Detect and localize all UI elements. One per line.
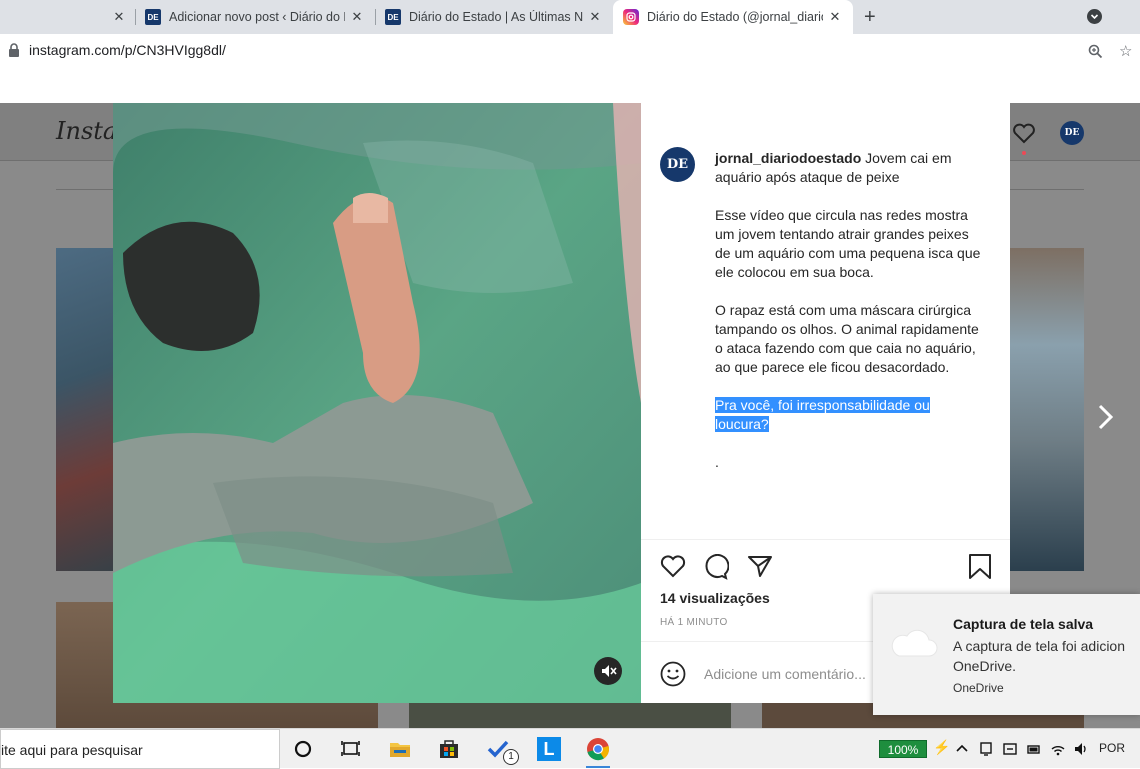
task-view-icon[interactable] (339, 737, 363, 761)
selected-question-text: Pra você, foi irresponsabilidade ou louc… (715, 397, 930, 432)
store-icon[interactable] (437, 737, 461, 761)
taskbar-search[interactable]: ite aqui para pesquisar (0, 729, 280, 769)
close-icon[interactable]: ✕ (111, 9, 127, 25)
close-icon[interactable]: ✕ (827, 9, 843, 25)
close-icon[interactable]: ✕ (587, 9, 603, 25)
notification-title: Captura de tela salva (953, 616, 1094, 632)
battery-level[interactable]: 100% (879, 740, 927, 758)
tab-previous[interactable]: ✕ (0, 0, 135, 34)
zoom-icon[interactable] (1088, 44, 1103, 59)
screenshot-saved-notification[interactable]: Captura de tela salva A captura de tela … (873, 594, 1140, 715)
instagram-favicon-icon (623, 9, 639, 25)
wifi-icon[interactable] (1050, 741, 1066, 757)
language-indicator[interactable]: POR (1099, 741, 1125, 755)
comment-input[interactable]: Adicione um comentário... (704, 666, 866, 682)
post-video[interactable] (113, 103, 641, 703)
diario-favicon-icon: DE (145, 9, 161, 25)
bookmark-star-icon[interactable]: ☆ (1119, 42, 1132, 60)
tab-strip: ✕ DE Adicionar novo post ‹ Diário do E ✕… (0, 0, 1140, 34)
activity-heart-icon[interactable] (1012, 122, 1036, 144)
power-icon[interactable] (1026, 741, 1042, 757)
file-explorer-icon[interactable] (388, 737, 412, 761)
caption-dot: . (715, 454, 719, 470)
lock-icon[interactable] (8, 43, 20, 58)
notification-body: A captura de tela foi adicion OneDrive. (953, 638, 1126, 674)
video-frame (113, 103, 641, 703)
tab-diario-estado[interactable]: DE Diário do Estado | As Últimas Not ✕ (377, 0, 611, 34)
plug-icon[interactable]: ⚡ (933, 739, 950, 756)
like-heart-icon[interactable] (660, 554, 686, 578)
emoji-icon[interactable] (660, 661, 686, 687)
onedrive-sync-icon[interactable] (1002, 741, 1018, 757)
instagram-logo[interactable]: Insta (56, 117, 117, 145)
address-bar[interactable]: instagram.com/p/CN3HVIgg8dl/ ☆ (0, 34, 1140, 68)
new-tab-icon[interactable]: + (864, 6, 876, 29)
notification-dot (1022, 151, 1026, 155)
save-bookmark-icon[interactable] (968, 553, 992, 580)
caption-paragraph: O rapaz está com uma máscara cirúrgica t… (715, 302, 979, 375)
onedrive-cloud-icon (891, 629, 938, 657)
url-text[interactable]: instagram.com/p/CN3HVIgg8dl/ (29, 42, 226, 58)
grid-post-thumbnail[interactable] (1010, 248, 1084, 571)
diario-favicon-icon: DE (385, 9, 401, 25)
windows-taskbar: ite aqui para pesquisar 1 L 100% ⚡ POR (0, 728, 1140, 769)
post-timestamp[interactable]: HÁ 1 MINUTO (660, 617, 728, 628)
notification-source: OneDrive (953, 681, 1004, 695)
chrome-icon[interactable] (586, 737, 610, 761)
post-caption: jornal_diariodoestado Jovem cai em aquár… (715, 149, 985, 491)
muted-speaker-icon (602, 665, 617, 677)
grid-post-thumbnail[interactable] (56, 248, 113, 571)
next-post-arrow-icon[interactable] (1097, 404, 1115, 430)
mute-button[interactable] (594, 657, 622, 685)
l-app-icon[interactable]: L (537, 737, 561, 761)
todo-badge: 1 (503, 749, 519, 765)
post-author-username[interactable]: jornal_diariodoestado (715, 150, 861, 166)
post-actions (641, 539, 1010, 580)
view-count[interactable]: 14 visualizações (660, 590, 770, 606)
tab-adicionar-post[interactable]: DE Adicionar novo post ‹ Diário do E ✕ (137, 0, 373, 34)
profile-avatar[interactable]: DE (1060, 121, 1084, 145)
cortana-circle-icon[interactable] (291, 737, 315, 761)
device-icon[interactable] (979, 741, 993, 757)
volume-icon[interactable] (1073, 741, 1089, 757)
post-author-avatar[interactable]: DE (660, 147, 695, 182)
close-icon[interactable]: ✕ (349, 9, 365, 25)
grid-post-thumbnail[interactable] (409, 703, 731, 728)
comment-bubble-icon[interactable] (703, 554, 729, 580)
share-paper-plane-icon[interactable] (747, 554, 773, 578)
tab-instagram[interactable]: Diário do Estado (@jornal_diarioc ✕ (613, 0, 853, 34)
caption-paragraph: Esse vídeo que circula nas redes mostra … (715, 207, 981, 280)
tab-search-icon[interactable] (1087, 9, 1102, 24)
chevron-up-icon[interactable] (955, 743, 969, 753)
